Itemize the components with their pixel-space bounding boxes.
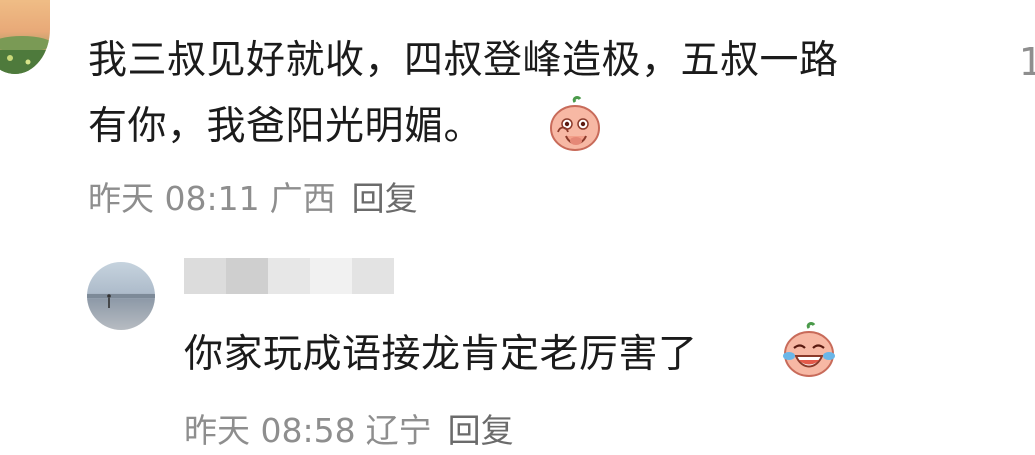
reply-text: 你家玩成语接龙肯定老厉害了 — [184, 332, 698, 377]
comment-location: 广西 — [269, 179, 336, 218]
replier-username-blurred[interactable] — [184, 258, 394, 294]
reply-location: 辽宁 — [365, 411, 432, 450]
peach-laugh-cry-emoji-icon — [782, 322, 836, 382]
replier-avatar[interactable] — [87, 262, 155, 330]
comment-time: 昨天 08:11 — [88, 179, 260, 218]
comment-text-line-1: 我三叔见好就收，四叔登峰造极，五叔一路 — [88, 38, 839, 83]
reply-reply-button[interactable]: 回复 — [448, 404, 514, 452]
comment-meta: 昨天 08:11 广西 回复 — [88, 172, 418, 220]
peach-smirk-emoji-icon — [548, 96, 602, 156]
commenter-avatar[interactable] — [0, 0, 50, 74]
reply-meta: 昨天 08:58 辽宁 回复 — [184, 404, 514, 452]
reply-button[interactable]: 回复 — [352, 172, 418, 220]
like-count[interactable]: 1 — [1019, 40, 1035, 84]
comment-text-line-2: 有你，我爸阳光明媚。 — [88, 104, 484, 149]
reply-time: 昨天 08:58 — [184, 411, 356, 450]
